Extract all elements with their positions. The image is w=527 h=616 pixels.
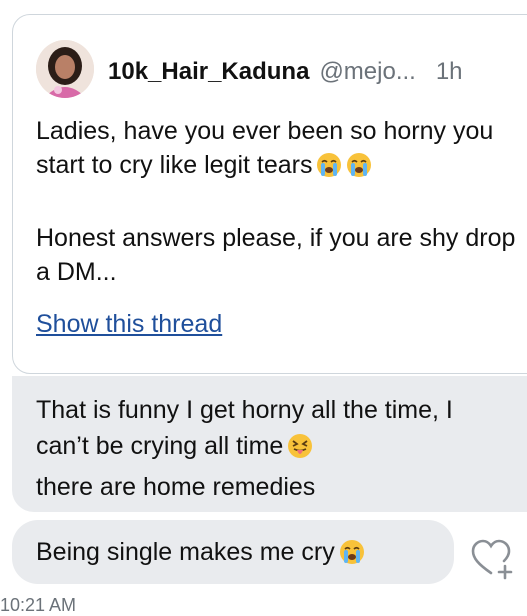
profile-avatar[interactable]: [36, 40, 94, 98]
loudly-crying-face-icon: [346, 152, 372, 187]
message-text: That is funny I get horny all the time, …: [36, 392, 476, 505]
author-handle[interactable]: @mejo...: [319, 58, 415, 86]
show-thread-link[interactable]: Show this thread: [36, 310, 222, 339]
squinting-face-with-tongue-icon: [287, 433, 313, 469]
message-timestamp: 10:21 AM: [0, 595, 77, 615]
message-line: Being single makes me cry: [36, 538, 335, 566]
loudly-crying-face-icon: [339, 539, 365, 574]
tweet-paragraph-1: Ladies, have you ever been so horny you …: [36, 114, 516, 187]
author-name[interactable]: 10k_Hair_Kaduna: [108, 58, 309, 86]
loudly-crying-face-icon: [316, 152, 342, 187]
message-line: there are home remedies: [36, 473, 316, 501]
tweet-paragraph-2: Honest answers please, if you are shy dr…: [36, 224, 516, 286]
tweet-text-1: Ladies, have you ever been so horny you …: [36, 117, 494, 179]
heart-add-icon[interactable]: [468, 536, 514, 582]
tweet-header: 10k_Hair_Kaduna @mejo... 1h: [108, 58, 463, 92]
tweet-time: 1h: [435, 58, 463, 85]
tweet-body: Ladies, have you ever been so horny you …: [36, 114, 516, 289]
message-text: Being single makes me cry: [36, 535, 365, 574]
message-line: That is funny I get horny all the time, …: [36, 396, 453, 460]
